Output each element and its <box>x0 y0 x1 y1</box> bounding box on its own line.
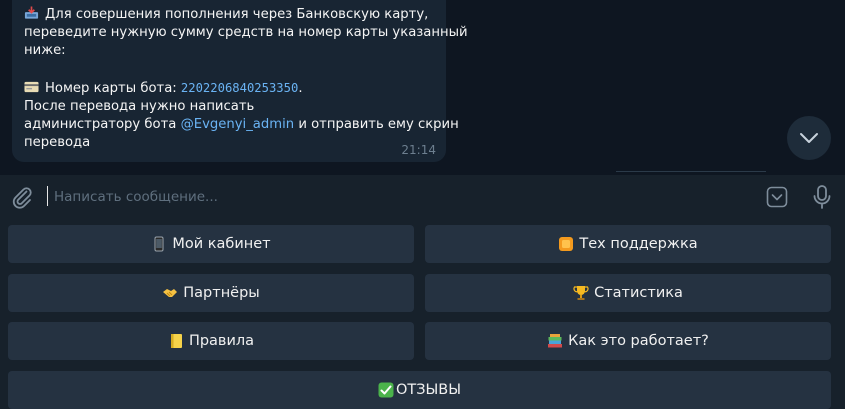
paperclip-icon[interactable] <box>10 185 34 209</box>
divider <box>616 171 766 172</box>
scroll-down-button[interactable] <box>787 116 831 160</box>
reply-keyboard: Мой кабинет Тех поддержка Партнёры Стати… <box>0 217 845 409</box>
composer-bar <box>0 175 845 217</box>
admin-mention-link[interactable]: @Evgenyi_admin <box>181 117 295 132</box>
message-text-6-prefix: администратору бота <box>24 117 181 133</box>
check-mark-icon <box>378 382 394 398</box>
my-cabinet-button[interactable]: Мой кабинет <box>8 225 414 263</box>
handshake-icon <box>163 289 178 297</box>
chevron-down-icon <box>800 133 818 143</box>
books-icon <box>548 334 563 348</box>
how-it-works-label: Как это работает? <box>568 333 709 349</box>
message-line-6: администратору бота @Evgenyi_admin и отп… <box>24 116 459 134</box>
text-caret <box>47 186 48 206</box>
card-dot: . <box>298 80 303 96</box>
message-line-1: Для совершения пополнения через Банковск… <box>24 6 434 24</box>
how-it-works-button[interactable]: Как это работает? <box>425 322 831 360</box>
card-label: Номер карты бота: <box>45 80 181 96</box>
partners-label: Партнёры <box>183 285 260 301</box>
trophy-icon <box>573 286 589 300</box>
card-number[interactable]: 2202206840253350 <box>181 81 298 95</box>
message-bubble: Для совершения пополнения через Банковск… <box>12 0 468 162</box>
message-line-3: ниже: <box>24 43 66 59</box>
message-gap <box>24 61 434 79</box>
my-cabinet-label: Мой кабинет <box>172 236 271 252</box>
bot-keyboard-toggle-icon[interactable] <box>766 186 788 208</box>
message-text-1: Для совершения пополнения через Банковск… <box>45 7 429 22</box>
inbox-tray-icon <box>24 6 39 19</box>
microphone-icon[interactable] <box>812 184 832 210</box>
notebook-icon <box>170 334 182 348</box>
message-input[interactable] <box>52 181 736 213</box>
partners-button[interactable]: Партнёры <box>8 274 414 312</box>
tech-support-button[interactable]: Тех поддержка <box>425 225 831 263</box>
mobile-phone-icon <box>154 236 164 252</box>
message-line-7: перевода <box>24 135 91 151</box>
rules-button[interactable]: Правила <box>8 322 414 360</box>
statistics-button[interactable]: Статистика <box>425 274 831 312</box>
tech-support-label: Тех поддержка <box>579 236 698 252</box>
message-line-card: Номер карты бота: 2202206840253350. <box>24 79 434 98</box>
reviews-label: ОТЗЫВЫ <box>395 382 462 398</box>
chat-area: Для совершения пополнения через Банковск… <box>0 0 845 175</box>
orange-box-icon <box>559 237 574 251</box>
message-time: 21:14 <box>401 142 436 157</box>
message-line-5: После перевода нужно написать <box>24 98 255 114</box>
message-text-6-suffix: и отправить ему скрин <box>294 117 459 133</box>
credit-card-icon <box>24 81 39 92</box>
reviews-button[interactable]: ОТЗЫВЫ <box>8 371 831 409</box>
statistics-label: Статистика <box>594 285 683 301</box>
rules-label: Правила <box>188 333 255 349</box>
message-line-2: переведите нужную сумму средств на номер… <box>24 25 468 41</box>
